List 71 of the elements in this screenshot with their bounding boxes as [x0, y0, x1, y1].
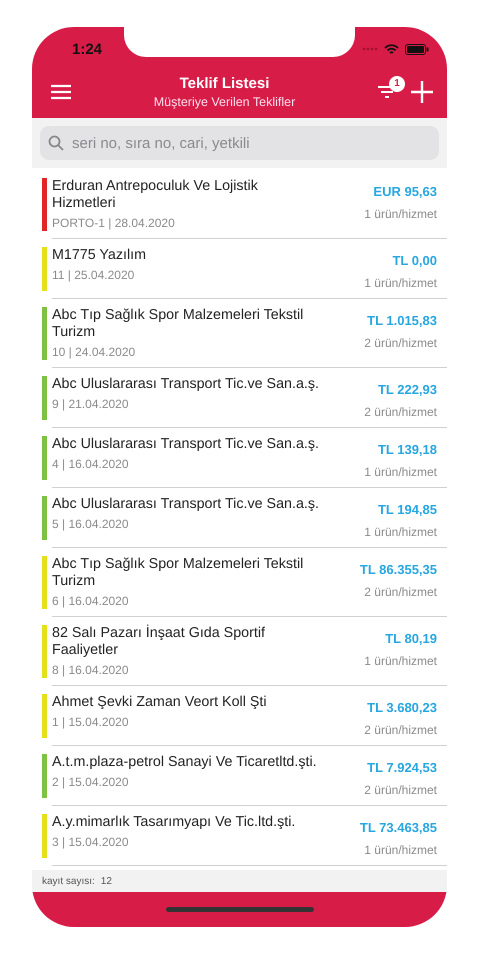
offer-row[interactable]: Erduran Antrepoculuk Ve Lojistik Hizmetleri PORTO-1 | 28.04.2020 EUR 95,63 1 ürün/hizmet	[32, 170, 447, 239]
item-count: 1 ürün/hizmet	[364, 207, 437, 221]
menu-icon	[50, 84, 72, 100]
offer-row[interactable]: A.t.m.plaza-petrol Sanayi Ve Ticaretltd.şti. 2 | 15.04.2020 TL 7.924,53 2 ürün/hizmet	[32, 746, 447, 806]
offer-row[interactable]: A.y.mimarlık Tasarımyapı Ve Tic.ltd.şti. 3 | 15.04.2020 TL 73.463,85 1 ürün/hizmet	[32, 806, 447, 866]
filter-button[interactable]: 1	[377, 76, 405, 100]
offer-number-date: 4 | 16.04.2020	[52, 457, 130, 471]
offer-amount: TL 194,85	[378, 502, 437, 517]
wifi-icon	[384, 44, 399, 54]
offer-number-date: 1 | 15.04.2020	[52, 715, 130, 729]
item-count: 1 ürün/hizmet	[364, 276, 437, 290]
item-count: 1 ürün/hizmet	[364, 654, 437, 668]
customer-name: Erduran Antrepoculuk Ve Lojistik Hizmetleri	[52, 178, 259, 212]
customer-name: Abc Uluslararası Transport Tic.ve San.a.ş.	[52, 496, 319, 513]
item-count: 1 ürün/hizmet	[364, 465, 437, 479]
offer-amount: TL 73.463,85	[360, 820, 437, 835]
plus-icon	[411, 80, 433, 102]
offer-number-date: 10 | 24.04.2020	[52, 345, 136, 359]
item-count: 2 ürün/hizmet	[364, 585, 437, 599]
offer-row[interactable]: Abc Uluslararası Transport Tic.ve San.a.ş. 4 | 16.04.2020 TL 139,18 1 ürün/hizmet	[32, 428, 447, 488]
item-count: 2 ürün/hizmet	[364, 405, 437, 419]
offer-amount: TL 139,18	[378, 442, 437, 457]
item-count: 2 ürün/hizmet	[364, 783, 437, 797]
screen-title: Teklif Listesi	[180, 74, 270, 92]
customer-name: 82 Salı Pazarı İnşaat Gıda Sportif Faaliyetler	[52, 625, 266, 659]
customer-name: A.t.m.plaza-petrol Sanayi Ve Ticaretltd.şti.	[52, 754, 317, 771]
offer-amount: TL 7.924,53	[367, 760, 437, 775]
offer-amount: TL 86.355,35	[360, 562, 437, 577]
record-count-label: kayıt sayısı:	[42, 876, 95, 886]
offer-number-date: 11 | 25.04.2020	[52, 268, 136, 282]
offer-number-date: 3 | 15.04.2020	[52, 835, 130, 849]
item-count: 1 ürün/hizmet	[364, 525, 437, 539]
screen-subtitle: Müşteriye Verilen Teklifler	[154, 94, 296, 108]
offer-row[interactable]: M1775 Yazılım 11 | 25.04.2020 TL 0,00 1 ürün/hizmet	[32, 239, 447, 299]
item-count: 1 ürün/hizmet	[364, 843, 437, 857]
customer-name: A.y.mimarlık Tasarımyapı Ve Tic.ltd.şti.	[52, 814, 296, 831]
offer-amount: TL 222,93	[378, 382, 437, 397]
offer-row[interactable]: Abc Tıp Sağlık Spor Malzemeleri Tekstil Turizm 10 | 24.04.2020 TL 1.015,83 2 ürün/hizmet	[32, 299, 447, 368]
filter-badge: 1	[389, 76, 405, 92]
offer-row[interactable]: 82 Salı Pazarı İnşaat Gıda Sportif Faaliyetler 8 | 16.04.2020 TL 80,19 1 ürün/hizmet	[32, 617, 447, 686]
item-count: 2 ürün/hizmet	[364, 336, 437, 350]
offer-amount: EUR 95,63	[373, 184, 437, 199]
status-time: 1:24	[72, 40, 102, 58]
offer-number-date: 8 | 16.04.2020	[52, 663, 130, 677]
customer-name: Abc Tıp Sağlık Spor Malzemeleri Tekstil Turizm	[52, 307, 304, 341]
offer-amount: TL 3.680,23	[367, 700, 437, 715]
offer-row[interactable]: Abc Uluslararası Transport Tic.ve San.a.ş. 5 | 16.04.2020 TL 194,85 1 ürün/hizmet	[32, 488, 447, 548]
customer-name: Ahmet Şevki Zaman Veort Koll Şti	[52, 694, 267, 711]
battery-icon	[405, 44, 429, 54]
offer-number-date: 9 | 21.04.2020	[52, 397, 130, 411]
search-field[interactable]: seri no, sıra no, cari, yetkili	[40, 126, 439, 160]
offer-number-date: 2 | 15.04.2020	[52, 775, 130, 789]
offer-amount: TL 80,19	[385, 631, 437, 646]
customer-name: Abc Uluslararası Transport Tic.ve San.a.ş.	[52, 376, 319, 393]
signal-icon	[362, 47, 378, 51]
offer-amount: TL 0,00	[392, 253, 437, 268]
search-icon	[48, 135, 64, 151]
customer-name: Abc Tıp Sağlık Spor Malzemeleri Tekstil Turizm	[52, 556, 304, 590]
offer-number-date: PORTO-1 | 28.04.2020	[52, 216, 176, 230]
item-count: 2 ürün/hizmet	[364, 723, 437, 737]
customer-name: Abc Uluslararası Transport Tic.ve San.a.ş.	[52, 436, 319, 453]
offer-number-date: 6 | 16.04.2020	[52, 594, 130, 608]
customer-name: M1775 Yazılım	[52, 247, 146, 264]
add-button[interactable]	[411, 80, 433, 102]
menu-button[interactable]	[50, 84, 72, 100]
record-count: 12	[100, 876, 112, 886]
offer-number-date: 5 | 16.04.2020	[52, 517, 130, 531]
offer-row[interactable]: Abc Tıp Sağlık Spor Malzemeleri Tekstil Turizm 6 | 16.04.2020 TL 86.355,35 2 ürün/hizmet	[32, 548, 447, 617]
offer-amount: TL 1.015,83	[367, 313, 437, 328]
offer-row[interactable]: Abc Uluslararası Transport Tic.ve San.a.ş. 9 | 21.04.2020 TL 222,93 2 ürün/hizmet	[32, 368, 447, 428]
offer-row[interactable]: Ahmet Şevki Zaman Veort Koll Şti 1 | 15.04.2020 TL 3.680,23 2 ürün/hizmet	[32, 686, 447, 746]
